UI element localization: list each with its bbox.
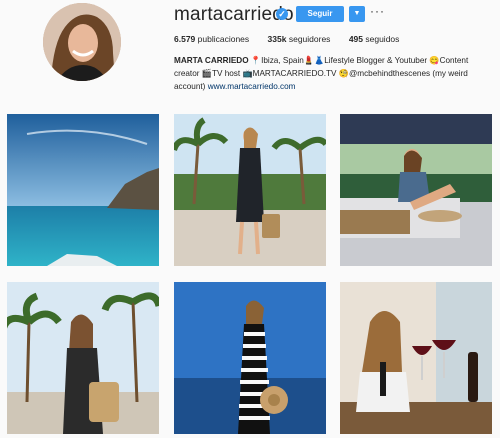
post-wine-glasses[interactable]: [340, 282, 492, 434]
more-options-icon[interactable]: ···: [370, 4, 385, 18]
post-sea-island[interactable]: [7, 114, 159, 266]
post-palms-smile[interactable]: [7, 282, 159, 434]
chevron-down-icon[interactable]: ▼: [349, 6, 365, 22]
following-stat[interactable]: 495 seguidos: [349, 34, 400, 44]
bio-website-link[interactable]: www.martacarriedo.com: [208, 82, 296, 91]
posts-stat[interactable]: 6.579 publicaciones: [174, 34, 249, 44]
bio-line1: 📍Ibiza, Spain💄👗Lifestyle Blogger & Youtu…: [250, 56, 469, 65]
avatar[interactable]: [43, 3, 121, 81]
bio-line3: account): [174, 81, 206, 91]
verified-badge-icon: ✓: [276, 8, 288, 20]
post-striped-dress[interactable]: [174, 282, 326, 434]
post-sofa-hat[interactable]: [340, 114, 492, 266]
profile-bio: MARTA CARRIEDO 📍Ibiza, Spain💄👗Lifestyle …: [174, 55, 474, 93]
followers-stat[interactable]: 335k seguidores: [268, 34, 331, 44]
follow-button[interactable]: Seguir: [296, 6, 344, 22]
bio-name: MARTA CARRIEDO: [174, 56, 249, 65]
profile-stats: 6.579 publicaciones 335k seguidores 495 …: [174, 34, 415, 44]
post-palms-dress[interactable]: [174, 114, 326, 266]
bio-line2: creator 🎬TV host 📺MARTACARRIEDO.TV 🧐@mcb…: [174, 68, 468, 78]
